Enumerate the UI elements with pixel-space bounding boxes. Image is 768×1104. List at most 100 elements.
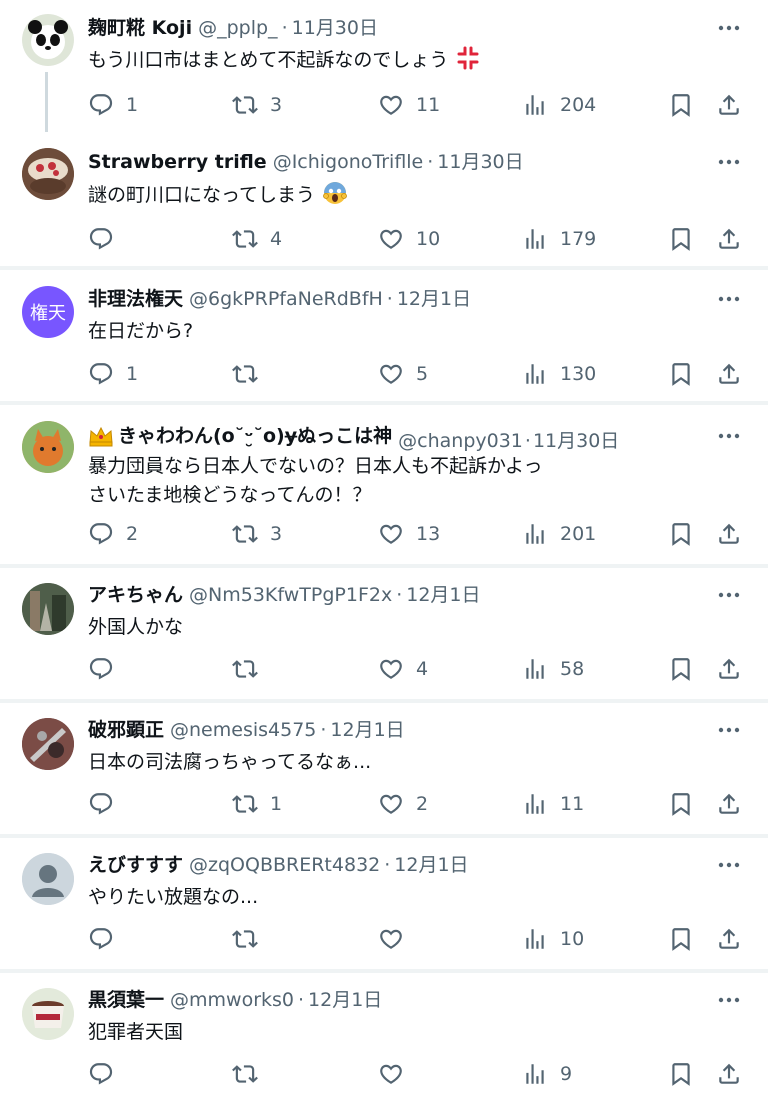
- timestamp[interactable]: 12月1日: [406, 582, 480, 608]
- tweet-text: 暴力団員なら日本人でないの？日本人も不起訴かよっ: [88, 455, 543, 477]
- views-button[interactable]: 11: [522, 789, 584, 819]
- timestamp[interactable]: 12月1日: [397, 286, 471, 312]
- reply-button[interactable]: 1: [88, 90, 138, 120]
- more-icon[interactable]: [714, 717, 744, 743]
- display-name[interactable]: Strawberry trifle: [88, 149, 267, 175]
- like-button[interactable]: 2: [378, 789, 428, 819]
- timestamp[interactable]: 12月1日: [308, 987, 382, 1013]
- retweet-button[interactable]: [232, 924, 270, 954]
- bookmark-button[interactable]: [668, 359, 694, 389]
- like-count: 5: [416, 363, 429, 385]
- avatar[interactable]: [22, 853, 74, 905]
- share-button[interactable]: [716, 789, 742, 819]
- tweet[interactable]: 権天 非理法権天 @6gkPRPfaNeRdBfH · 12月1日 在日だから?…: [0, 270, 768, 401]
- avatar[interactable]: [22, 14, 74, 66]
- reply-button[interactable]: 2: [88, 519, 138, 549]
- display-name[interactable]: アキちゃん: [88, 582, 183, 608]
- views-button[interactable]: 179: [522, 224, 596, 254]
- timestamp[interactable]: 11月30日: [292, 15, 378, 41]
- like-icon: [380, 364, 402, 384]
- retweet-button[interactable]: 1: [232, 789, 282, 819]
- views-button[interactable]: 10: [522, 924, 584, 954]
- avatar[interactable]: [22, 583, 74, 635]
- views-button[interactable]: 9: [522, 1059, 572, 1089]
- user-handle[interactable]: @chanpy031: [398, 428, 523, 454]
- user-handle[interactable]: @mmworks0: [170, 987, 294, 1013]
- reply-button[interactable]: 1: [88, 359, 138, 389]
- more-icon[interactable]: [714, 149, 744, 175]
- timestamp[interactable]: 11月30日: [437, 149, 523, 175]
- more-icon[interactable]: [714, 852, 744, 878]
- reply-button[interactable]: [88, 924, 126, 954]
- like-button[interactable]: 13: [378, 519, 440, 549]
- timestamp[interactable]: 12月1日: [330, 717, 404, 743]
- like-button[interactable]: 5: [378, 359, 428, 389]
- timestamp[interactable]: 12月1日: [394, 852, 468, 878]
- bookmark-button[interactable]: [668, 90, 694, 120]
- views-button[interactable]: 204: [522, 90, 596, 120]
- retweet-button[interactable]: 4: [232, 224, 282, 254]
- avatar[interactable]: [22, 148, 74, 200]
- display-name[interactable]: 破邪顕正: [88, 717, 164, 743]
- reply-button[interactable]: [88, 654, 126, 684]
- bookmark-button[interactable]: [668, 654, 694, 684]
- avatar[interactable]: [22, 988, 74, 1040]
- retweet-button[interactable]: 3: [232, 90, 282, 120]
- more-icon[interactable]: [714, 15, 744, 41]
- more-icon[interactable]: [714, 987, 744, 1013]
- retweet-button[interactable]: 3: [232, 519, 282, 549]
- tweet-text: 在日だから?: [88, 320, 194, 342]
- share-button[interactable]: [716, 654, 742, 684]
- bookmark-button[interactable]: [668, 519, 694, 549]
- like-button[interactable]: [378, 1059, 416, 1089]
- tweet[interactable]: 破邪顕正 @nemesis4575 · 12月1日 日本の司法腐っちゃってるなぁ…: [0, 703, 768, 834]
- like-button[interactable]: 10: [378, 224, 440, 254]
- share-button[interactable]: [716, 1059, 742, 1089]
- display-name[interactable]: きゃわわん(o˘ᵕ̮˘o)ɏぬっこは神: [118, 423, 392, 449]
- tweet[interactable]: 黒須葉一 @mmworks0 · 12月1日 犯罪者天国 9: [0, 973, 768, 1104]
- tweet[interactable]: 麹町糀 Koji @_pplp_ · 11月30日 もう川口市はまとめて不起訴な…: [0, 0, 768, 144]
- like-button[interactable]: [378, 924, 416, 954]
- tweet[interactable]: えびすすす @zqOQBBRERt4832 · 12月1日 やりたい放題なの..…: [0, 838, 768, 969]
- reply-button[interactable]: [88, 224, 126, 254]
- bookmark-button[interactable]: [668, 924, 694, 954]
- avatar[interactable]: 権天: [22, 286, 74, 338]
- display-name[interactable]: 非理法権天: [88, 286, 183, 312]
- bookmark-button[interactable]: [668, 1059, 694, 1089]
- bookmark-button[interactable]: [668, 789, 694, 819]
- display-name[interactable]: 麹町糀 Koji: [88, 15, 192, 41]
- display-name[interactable]: えびすすす: [88, 852, 183, 878]
- user-handle[interactable]: @IchigonoTriflle: [273, 149, 424, 175]
- views-button[interactable]: 58: [522, 654, 584, 684]
- user-handle[interactable]: @6gkPRPfaNeRdBfH: [189, 286, 383, 312]
- retweet-button[interactable]: [232, 359, 270, 389]
- views-button[interactable]: 201: [522, 519, 596, 549]
- tweet[interactable]: アキちゃん @Nm53KfwTPgP1F2x · 12月1日 外国人かな 4 5…: [0, 568, 768, 699]
- more-icon[interactable]: [714, 582, 744, 608]
- share-button[interactable]: [716, 519, 742, 549]
- like-button[interactable]: 4: [378, 654, 428, 684]
- more-icon[interactable]: [714, 286, 744, 312]
- like-button[interactable]: 11: [378, 90, 440, 120]
- user-handle[interactable]: @nemesis4575: [170, 717, 316, 743]
- share-button[interactable]: [716, 359, 742, 389]
- bookmark-button[interactable]: [668, 224, 694, 254]
- reply-button[interactable]: [88, 1059, 126, 1089]
- user-handle[interactable]: @_pplp_: [198, 15, 277, 41]
- more-icon[interactable]: [714, 423, 744, 449]
- share-button[interactable]: [716, 90, 742, 120]
- retweet-button[interactable]: [232, 654, 270, 684]
- tweet[interactable]: Strawberry trifle @IchigonoTriflle · 11月…: [0, 132, 768, 266]
- reply-button[interactable]: [88, 789, 126, 819]
- avatar[interactable]: [22, 421, 74, 473]
- avatar[interactable]: [22, 718, 74, 770]
- user-handle[interactable]: @Nm53KfwTPgP1F2x: [189, 582, 392, 608]
- display-name[interactable]: 黒須葉一: [88, 987, 164, 1013]
- retweet-button[interactable]: [232, 1059, 270, 1089]
- share-button[interactable]: [716, 224, 742, 254]
- views-button[interactable]: 130: [522, 359, 596, 389]
- timestamp[interactable]: 11月30日: [533, 428, 619, 454]
- user-handle[interactable]: @zqOQBBRERt4832: [189, 852, 380, 878]
- share-button[interactable]: [716, 924, 742, 954]
- tweet[interactable]: きゃわわん(o˘ᵕ̮˘o)ɏぬっこは神 @chanpy031 · 11月30日 …: [0, 405, 768, 564]
